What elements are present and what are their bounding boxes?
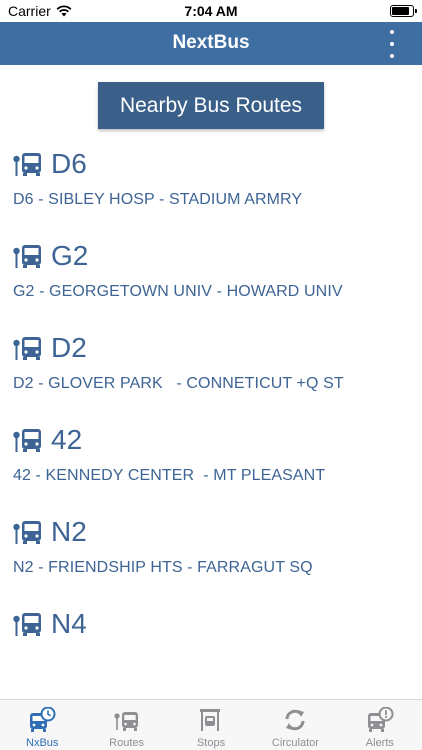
- route-number: 42: [51, 424, 83, 455]
- route-number: D2: [51, 332, 87, 363]
- bus-stop-icon: [13, 613, 41, 636]
- route-description: G2 - GEORGETOWN UNIV - HOWARD UNIV: [13, 283, 343, 300]
- refresh-icon: [285, 709, 305, 731]
- route-description: D6 - SIBLEY HOSP - STADIUM ARMRY: [13, 191, 303, 208]
- tab-label: Circulator: [271, 737, 319, 749]
- status-bar: Carrier 7:04 AM: [0, 0, 422, 22]
- battery-icon: [390, 5, 417, 17]
- bus-stop-icon: [114, 712, 138, 731]
- route-number: G2: [51, 240, 89, 271]
- tab-label: Alerts: [365, 737, 394, 749]
- bus-stop-icon: [13, 337, 41, 360]
- nearby-bus-routes-button[interactable]: Nearby Bus Routes: [98, 82, 324, 129]
- route-item[interactable]: D6 D6 - SIBLEY HOSP - STADIUM ARMRY: [0, 145, 422, 237]
- route-item[interactable]: G2 G2 - GEORGETOWN UNIV - HOWARD UNIV: [0, 237, 422, 329]
- tab-label: NxBus: [26, 737, 59, 749]
- route-list: D6 D6 - SIBLEY HOSP - STADIUM ARMRY G2 G…: [0, 145, 422, 697]
- tab-label: Stops: [196, 737, 226, 749]
- nav-bar: NextBus: [0, 22, 422, 65]
- page-title: NextBus: [172, 32, 250, 53]
- bus-clock-icon: [30, 707, 56, 732]
- route-item[interactable]: 42 42 - KENNEDY CENTER - MT PLEASANT: [0, 421, 422, 513]
- route-number: N2: [51, 516, 87, 547]
- bus-stop-icon: [13, 429, 41, 452]
- more-vertical-icon: [390, 30, 394, 34]
- stop-sign-icon: [200, 709, 221, 731]
- route-item[interactable]: N4: [0, 605, 422, 697]
- route-description: N2 - FRIENDSHIP HTS - FARRAGUT SQ: [13, 559, 313, 576]
- bus-stop-icon: [13, 521, 41, 544]
- bus-alert-icon: [367, 707, 394, 732]
- route-item[interactable]: D2 D2 - GLOVER PARK - CONNETICUT +Q ST: [0, 329, 422, 421]
- route-number: D6: [51, 148, 87, 179]
- route-description: 42 - KENNEDY CENTER - MT PLEASANT: [13, 467, 326, 484]
- tab-bar: NxBus Routes Stops Circulator Alerts: [0, 699, 422, 750]
- tab-stops[interactable]: Stops: [169, 700, 253, 750]
- route-description: D2 - GLOVER PARK - CONNETICUT +Q ST: [13, 375, 344, 392]
- tab-alerts[interactable]: Alerts: [338, 700, 422, 750]
- tab-nxbus[interactable]: NxBus: [0, 700, 84, 750]
- tab-routes[interactable]: Routes: [84, 700, 168, 750]
- route-item[interactable]: N2 N2 - FRIENDSHIP HTS - FARRAGUT SQ: [0, 513, 422, 605]
- more-menu-button[interactable]: [384, 30, 400, 58]
- tab-label: Routes: [109, 737, 145, 749]
- status-time: 7:04 AM: [184, 3, 238, 19]
- bus-stop-icon: [13, 153, 41, 176]
- route-number: N4: [51, 608, 87, 639]
- tab-circulator[interactable]: Circulator: [253, 700, 337, 750]
- bus-stop-icon: [13, 245, 41, 268]
